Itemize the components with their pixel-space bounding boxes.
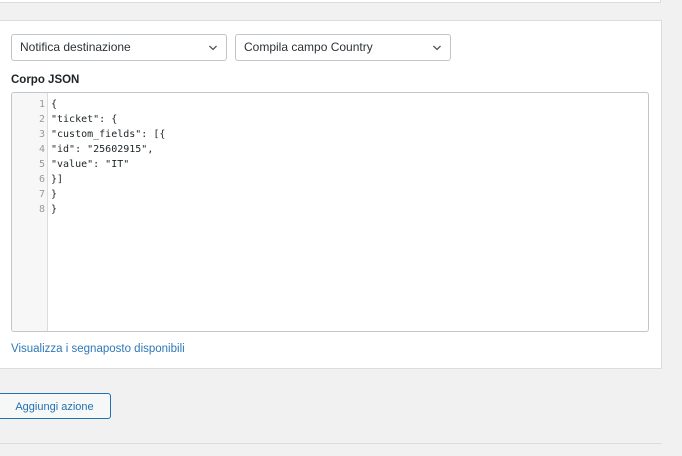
code-line: 8 } <box>12 202 648 217</box>
code-line: 7 } <box>12 187 648 202</box>
line-number: 1 <box>38 99 45 110</box>
code-text: "value": "IT" <box>51 159 130 170</box>
line-number: 7 <box>38 189 45 200</box>
fill-field-value: Compila campo Country <box>244 40 373 54</box>
view-placeholders-link[interactable]: Visualizza i segnaposto disponibili <box>11 343 185 355</box>
action-panel: Notifica destinazione Compila campo Coun… <box>0 20 662 369</box>
code-line: 2 "ticket": { <box>12 112 648 127</box>
line-number: 8 <box>38 204 45 215</box>
code-line: 1 { <box>12 97 648 112</box>
json-body-label: Corpo JSON <box>11 74 80 86</box>
code-line: 6 }] <box>12 172 648 187</box>
code-text: } <box>51 189 58 200</box>
code-text: "id": "25602915", <box>51 144 154 155</box>
code-text: "custom_fields": [{ <box>51 129 166 140</box>
chevron-down-icon <box>209 45 217 51</box>
code-text: "ticket": { <box>51 114 118 125</box>
chevron-down-icon <box>433 45 441 51</box>
line-number: 2 <box>38 114 45 125</box>
notify-destination-select[interactable]: Notifica destinazione <box>11 34 227 61</box>
bottom-divider <box>0 443 662 444</box>
notify-destination-value: Notifica destinazione <box>20 40 131 54</box>
code-text: { <box>51 99 58 110</box>
code-line: 5 "value": "IT" <box>12 157 648 172</box>
line-number: 6 <box>38 174 45 185</box>
line-number: 4 <box>38 144 45 155</box>
json-body-editor[interactable]: 1 { 2 "ticket": { 3 "custom_fields": [{ … <box>11 92 649 332</box>
previous-action-card <box>0 0 661 3</box>
code-line: 4 "id": "25602915", <box>12 142 648 157</box>
fill-field-select[interactable]: Compila campo Country <box>235 34 451 61</box>
line-number: 5 <box>38 159 45 170</box>
code-line: 3 "custom_fields": [{ <box>12 127 648 142</box>
code-text: }] <box>51 174 64 185</box>
line-number: 3 <box>38 129 45 140</box>
add-action-button[interactable]: Aggiungi azione <box>0 393 111 419</box>
code-text: } <box>51 204 58 215</box>
